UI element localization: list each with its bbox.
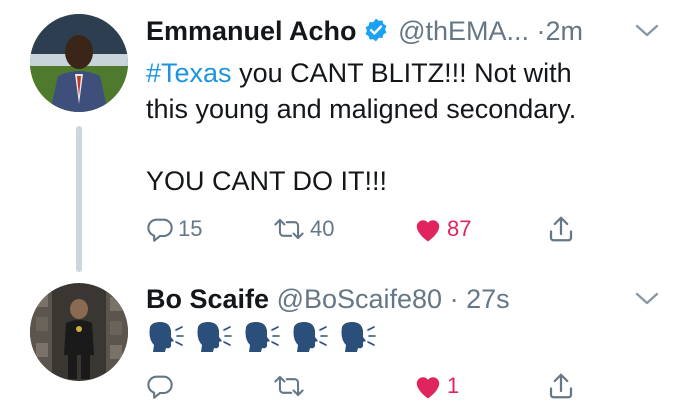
user-handle[interactable]: @BoScaife80 (277, 284, 443, 314)
retweet-button[interactable] (272, 372, 306, 400)
heart-icon (416, 377, 440, 399)
speaking-head-emoji-icon (293, 322, 328, 352)
like-count: 87 (447, 216, 472, 241)
retweet-icon (274, 375, 304, 397)
reply-count: 15 (178, 216, 203, 241)
avatar-emmanuel-acho[interactable] (30, 14, 128, 112)
retweet-button[interactable]: 40 (272, 215, 334, 243)
share-icon (549, 216, 573, 242)
timestamp[interactable]: 27s (466, 284, 510, 314)
reply-icon (147, 218, 173, 242)
speaking-head-emoji-icon (149, 322, 184, 352)
reply-button[interactable] (146, 372, 174, 400)
tweet-body: #Texas you CANT BLITZ!!! Not with this y… (146, 55, 666, 199)
speaking-head-emoji-icon (341, 322, 376, 352)
timestamp[interactable]: 2m (546, 16, 584, 46)
tweet-text-line: you CANT BLITZ!!! Not with (231, 58, 572, 88)
chevron-down-icon[interactable] (634, 290, 660, 313)
chevron-down-icon[interactable] (634, 22, 660, 45)
like-button[interactable]: 1 (413, 372, 459, 400)
user-handle[interactable]: @thEMA... (398, 16, 529, 46)
heart-icon (416, 220, 440, 242)
like-button[interactable]: 87 (413, 215, 471, 243)
retweet-count: 40 (310, 216, 335, 241)
speaking-head-emoji-icon (245, 322, 280, 352)
emoji-row (146, 321, 376, 353)
speaking-head-emoji-icon (197, 322, 232, 352)
share-button[interactable] (546, 214, 576, 244)
share-button[interactable] (546, 371, 576, 401)
separator-dot: · (449, 284, 459, 314)
tweet-text-line: this young and maligned secondary. (146, 94, 577, 124)
verified-badge-icon (363, 17, 389, 51)
tweet-header: Bo Scaife @BoScaife80 · 27s (146, 282, 510, 316)
like-count: 1 (447, 373, 460, 398)
separator-dot: · (536, 16, 546, 46)
thread-connector-line (76, 126, 82, 272)
tweet-header: Emmanuel Acho @thEMA... ·2m (146, 14, 583, 51)
display-name[interactable]: Bo Scaife (146, 284, 269, 314)
retweet-icon (274, 218, 304, 240)
hashtag-link[interactable]: #Texas (146, 58, 232, 88)
share-icon (549, 373, 573, 399)
reply-button[interactable]: 15 (146, 215, 202, 243)
avatar-bo-scaife[interactable] (30, 283, 128, 381)
tweet-text-line: YOU CANT DO IT!!! (146, 166, 388, 196)
reply-icon (147, 375, 173, 399)
display-name[interactable]: Emmanuel Acho (146, 16, 357, 46)
